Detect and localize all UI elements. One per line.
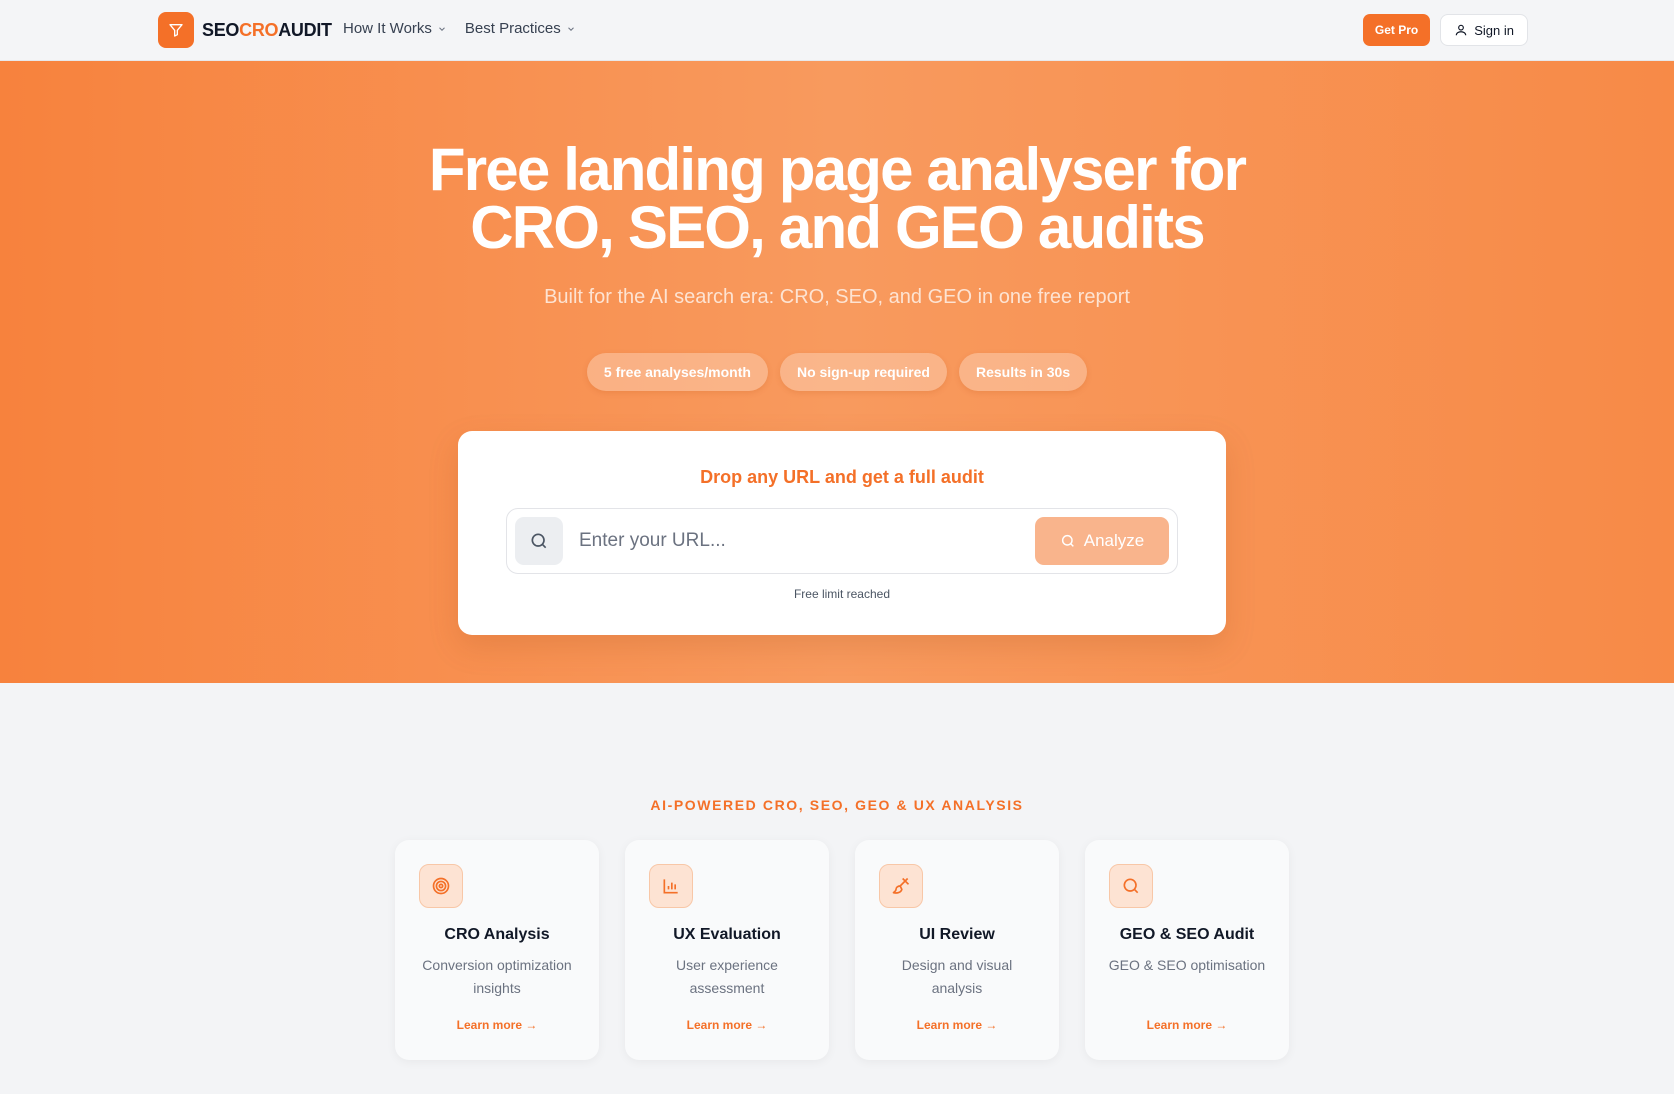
feature-desc: GEO & SEO optimisation [1108, 957, 1266, 973]
features-grid: CRO Analysis Conversion optimization ins… [395, 840, 1289, 1060]
menu-label: How It Works [343, 20, 432, 37]
feature-title: CRO Analysis [444, 926, 550, 943]
search-icon [515, 517, 563, 565]
audit-card: Drop any URL and get a full audit Analyz… [458, 431, 1226, 635]
feature-title: UI Review [919, 926, 995, 943]
learn-more-link[interactable]: Learn more → [1085, 1018, 1289, 1032]
funnel-icon [158, 12, 194, 48]
feature-title: UX Evaluation [673, 926, 781, 943]
url-input[interactable] [579, 523, 999, 559]
chevron-down-icon [567, 26, 574, 31]
sign-in-button[interactable]: Sign in [1440, 14, 1528, 46]
user-icon [1456, 24, 1467, 36]
feature-title: GEO & SEO Audit [1119, 926, 1255, 943]
url-search-bar: Analyze [506, 508, 1178, 574]
feature-desc: Conversion optimization insights [422, 957, 572, 996]
menu-best-practices[interactable]: Best Practices [465, 20, 576, 37]
top-navbar: SEOCROAUDIT How It Works Best Practices … [0, 0, 1674, 61]
bar-chart-icon [649, 864, 693, 908]
menu-how-it-works[interactable]: How It Works [343, 20, 447, 37]
analyze-button[interactable]: Analyze [1035, 517, 1169, 565]
hero-title: Free landing page analyser for CRO, SEO,… [428, 136, 1247, 261]
feature-pills: 5 free analyses/month No sign-up require… [0, 353, 1674, 391]
pill-results-time: Results in 30s [958, 353, 1088, 391]
learn-more-link[interactable]: Learn more → [855, 1018, 1059, 1032]
feature-card-cro: CRO Analysis Conversion optimization ins… [395, 840, 599, 1060]
feature-desc: Design and visual analysis [901, 957, 1013, 996]
feature-card-ui: UI Review Design and visual analysis Lea… [855, 840, 1059, 1060]
learn-more-link[interactable]: Learn more → [395, 1018, 599, 1032]
search-icon [1109, 864, 1153, 908]
feature-card-geo-seo: GEO & SEO Audit GEO & SEO optimisation L… [1085, 840, 1289, 1060]
hero-subtitle: Built for the AI search era: CRO, SEO, a… [544, 286, 1130, 308]
limit-status: Free limit reached [793, 587, 891, 601]
learn-more-link[interactable]: Learn more → [625, 1018, 829, 1032]
target-icon [419, 864, 463, 908]
features-section-label: AI-POWERED CRO, SEO, GEO & UX ANALYSIS [650, 797, 1024, 813]
nav-actions: Get Pro Sign in [1362, 14, 1528, 46]
paintbrush-icon [879, 864, 923, 908]
logo[interactable]: SEOCROAUDIT [158, 12, 332, 48]
analyze-label: Analyze [1083, 531, 1145, 550]
sign-in-label: Sign in [1474, 22, 1514, 38]
logo-text: SEOCROAUDIT [202, 19, 332, 40]
chevron-down-icon [439, 26, 445, 31]
search-icon [1061, 534, 1074, 547]
feature-card-ux: UX Evaluation User experience assessment… [625, 840, 829, 1060]
audit-card-title: Drop any URL and get a full audit [700, 467, 984, 487]
pill-no-signup: No sign-up required [779, 353, 947, 391]
feature-desc: User experience assessment [676, 957, 778, 996]
main-menu: How It Works Best Practices [343, 20, 576, 37]
get-pro-button[interactable]: Get Pro [1362, 14, 1431, 46]
menu-label: Best Practices [464, 20, 561, 37]
pill-free-analyses: 5 free analyses/month [586, 353, 768, 391]
hero-section: Free landing page analyser for CRO, SEO,… [0, 61, 1674, 683]
